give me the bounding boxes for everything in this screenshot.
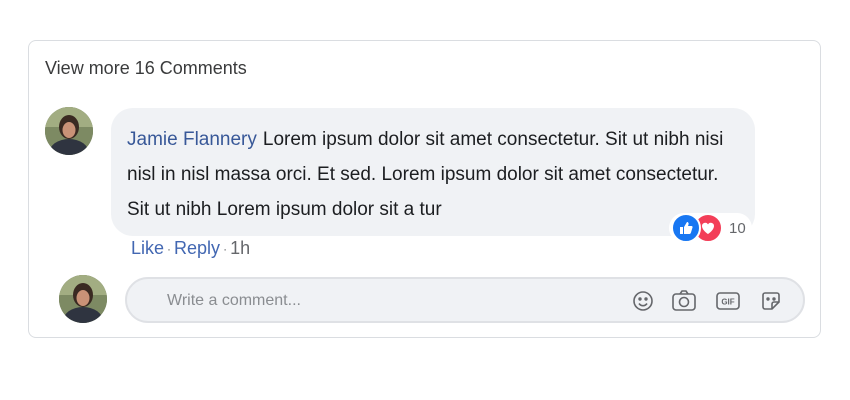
comment-actions: Like · Reply · 1h [131, 238, 250, 259]
separator: · [223, 241, 228, 256]
commenter-avatar[interactable] [45, 107, 93, 155]
camera-icon[interactable] [671, 289, 696, 313]
like-icon [671, 213, 701, 243]
separator: · [167, 241, 172, 256]
comment-timestamp[interactable]: 1h [230, 238, 250, 259]
view-more-comments-link[interactable]: View more 16 Comments [45, 58, 247, 79]
like-button[interactable]: Like [131, 238, 164, 259]
reaction-count: 10 [729, 219, 746, 237]
comment-bubble: Jamie Flannery Lorem ipsum dolor sit amet… [111, 108, 755, 236]
gif-icon[interactable]: GIF [715, 289, 740, 313]
reaction-summary[interactable]: 10 [669, 213, 752, 243]
comment-input[interactable] [165, 279, 609, 323]
comments-card: View more 16 Comments Jamie Flannery Lore… [28, 40, 821, 338]
comment-author[interactable]: Jamie Flannery [127, 129, 257, 150]
sticker-icon[interactable] [759, 289, 783, 313]
emoji-icon[interactable] [631, 289, 655, 313]
svg-text:GIF: GIF [721, 298, 734, 307]
reply-button[interactable]: Reply [174, 238, 220, 259]
comment-composer: GIF [125, 277, 805, 323]
current-user-avatar[interactable] [59, 275, 107, 323]
